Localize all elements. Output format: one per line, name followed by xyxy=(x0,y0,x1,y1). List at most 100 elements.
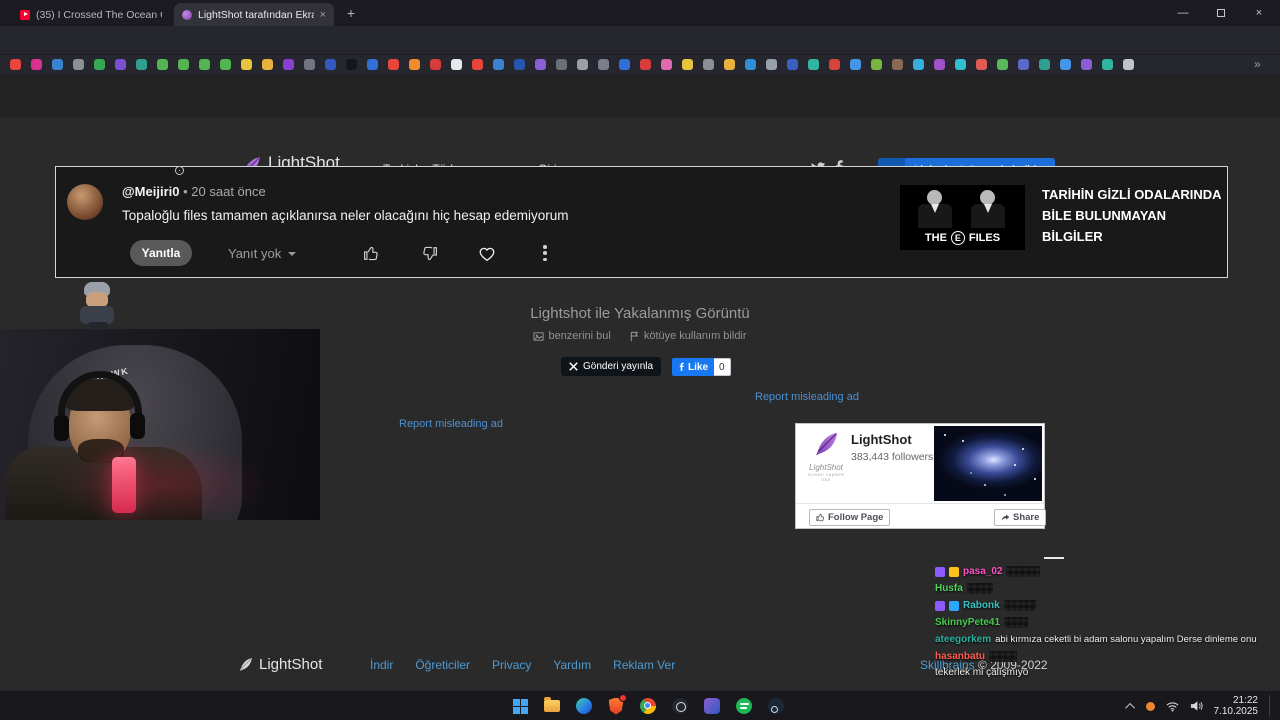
share-button[interactable]: Share xyxy=(994,509,1047,526)
bookmark-favicon[interactable] xyxy=(829,59,840,70)
x-post-button[interactable]: Gönderi yayınla xyxy=(561,357,662,376)
file-explorer-button[interactable] xyxy=(540,694,564,718)
facebook-like-button[interactable]: Like 0 xyxy=(672,358,731,376)
report-ad-link[interactable]: Report misleading ad xyxy=(755,391,859,403)
footer-link-privacy[interactable]: Privacy xyxy=(492,658,531,672)
brave-button[interactable] xyxy=(604,694,628,718)
bookmark-favicon[interactable] xyxy=(451,59,462,70)
bookmark-favicon[interactable] xyxy=(199,59,210,70)
bookmark-favicon[interactable] xyxy=(1081,59,1092,70)
window-minimize-button[interactable]: — xyxy=(1164,0,1202,26)
find-similar-link[interactable]: benzerini bul xyxy=(533,330,611,342)
report-ad-link[interactable]: Report misleading ad xyxy=(399,418,503,430)
tab-youtube[interactable]: (35) I Crossed The Ocean On A 1-Sta... xyxy=(12,3,170,26)
chevron-down-icon xyxy=(288,251,297,256)
bookmark-favicon[interactable] xyxy=(367,59,378,70)
bookmark-favicon[interactable] xyxy=(934,59,945,70)
bookmark-favicon[interactable] xyxy=(262,59,273,70)
bookmark-favicon[interactable] xyxy=(556,59,567,70)
bookmark-favicon[interactable] xyxy=(388,59,399,70)
bookmark-favicon[interactable] xyxy=(871,59,882,70)
bookmark-favicon[interactable] xyxy=(52,59,63,70)
footer-link-help[interactable]: Yardım xyxy=(553,658,591,672)
shared-screenshot-image[interactable]: @Meijiri0 • 20 saat önce Topaloğlu files… xyxy=(55,166,1228,278)
bookmark-favicon[interactable] xyxy=(514,59,525,70)
bookmark-favicon[interactable] xyxy=(1123,59,1134,70)
window-close-button[interactable]: × xyxy=(1240,0,1278,26)
tray-overflow-icon[interactable] xyxy=(1124,702,1135,713)
chat-message: Rabonk xyxy=(935,597,1280,614)
bookmark-favicon[interactable] xyxy=(157,59,168,70)
bookmark-favicon[interactable] xyxy=(346,59,357,70)
follow-page-button[interactable]: Follow Page xyxy=(809,509,891,526)
bookmark-favicon[interactable] xyxy=(136,59,147,70)
tab-lightshot-active[interactable]: LightShot tarafından Ekran Görü... × xyxy=(174,3,334,26)
like-count: 0 xyxy=(714,358,731,376)
bookmark-favicon[interactable] xyxy=(178,59,189,70)
window-maximize-button[interactable] xyxy=(1202,0,1240,26)
speaker-icon[interactable] xyxy=(1190,700,1203,712)
bookmark-favicon[interactable] xyxy=(577,59,588,70)
bookmark-favicon[interactable] xyxy=(493,59,504,70)
taskbar-clock[interactable]: 21:22 7.10.2025 xyxy=(1214,695,1259,718)
bookmark-favicon[interactable] xyxy=(115,59,126,70)
bookmark-favicon[interactable] xyxy=(1102,59,1113,70)
footer-link-advertise[interactable]: Reklam Ver xyxy=(613,658,675,672)
bookmark-favicon[interactable] xyxy=(766,59,777,70)
start-button[interactable] xyxy=(508,694,532,718)
bookmark-favicon[interactable] xyxy=(535,59,546,70)
bookmark-favicon[interactable] xyxy=(745,59,756,70)
bookmark-favicon[interactable] xyxy=(94,59,105,70)
bookmark-favicon[interactable] xyxy=(619,59,630,70)
bookmark-favicon[interactable] xyxy=(31,59,42,70)
bookmark-favicon[interactable] xyxy=(10,59,21,70)
bookmark-favicon[interactable] xyxy=(682,59,693,70)
bookmark-favicon[interactable] xyxy=(430,59,441,70)
bookmark-favicon[interactable] xyxy=(913,59,924,70)
bookmark-favicon[interactable] xyxy=(808,59,819,70)
bookmark-favicon[interactable] xyxy=(1060,59,1071,70)
bookmark-favicon[interactable] xyxy=(640,59,651,70)
report-abuse-link[interactable]: kötüye kullanım bildir xyxy=(629,330,747,342)
bookmark-favicon[interactable] xyxy=(409,59,420,70)
app-button[interactable] xyxy=(700,694,724,718)
webcam-overlay: HAWK xyxy=(0,329,320,520)
bookmarks-overflow-icon[interactable]: » xyxy=(1254,57,1261,71)
bookmark-favicon[interactable] xyxy=(1018,59,1029,70)
steam-button[interactable] xyxy=(764,694,788,718)
chrome-button[interactable] xyxy=(636,694,660,718)
bookmark-favicon[interactable] xyxy=(724,59,735,70)
bookmark-favicon[interactable] xyxy=(850,59,861,70)
footer-link-download[interactable]: İndir xyxy=(370,658,393,672)
bookmark-favicon[interactable] xyxy=(283,59,294,70)
bookmark-favicon[interactable] xyxy=(304,59,315,70)
bookmark-favicon[interactable] xyxy=(703,59,714,70)
bookmark-favicon[interactable] xyxy=(976,59,987,70)
bookmark-favicon[interactable] xyxy=(892,59,903,70)
bookmark-favicon[interactable] xyxy=(220,59,231,70)
bookmark-favicon[interactable] xyxy=(661,59,672,70)
edge-button[interactable] xyxy=(572,694,596,718)
find-similar-label: benzerini bul xyxy=(548,330,611,342)
fb-page-name[interactable]: LightShot xyxy=(851,432,912,447)
bookmark-favicon[interactable] xyxy=(997,59,1008,70)
browser-toolbar: ← → ↻ prnt.sc/KFe6iG82Jeku ♪ xyxy=(0,26,1280,76)
tray-app-icon[interactable] xyxy=(1145,701,1155,711)
obs-button[interactable] xyxy=(668,694,692,718)
wifi-icon[interactable] xyxy=(1166,701,1179,712)
footer-logo[interactable]: LightShot xyxy=(237,656,322,673)
bookmark-favicon[interactable] xyxy=(472,59,483,70)
watermark-text: LightShot xyxy=(809,463,843,472)
bookmark-favicon[interactable] xyxy=(955,59,966,70)
spotify-button[interactable] xyxy=(732,694,756,718)
bookmark-favicon[interactable] xyxy=(241,59,252,70)
bookmark-favicon[interactable] xyxy=(1039,59,1050,70)
show-desktop-button[interactable] xyxy=(1269,695,1272,717)
bookmark-favicon[interactable] xyxy=(325,59,336,70)
bookmark-favicon[interactable] xyxy=(787,59,798,70)
tab-close-icon[interactable]: × xyxy=(320,9,326,21)
bookmark-favicon[interactable] xyxy=(73,59,84,70)
footer-link-tutorials[interactable]: Öğreticiler xyxy=(415,658,470,672)
bookmark-favicon[interactable] xyxy=(598,59,609,70)
new-tab-button[interactable]: + xyxy=(342,5,360,23)
